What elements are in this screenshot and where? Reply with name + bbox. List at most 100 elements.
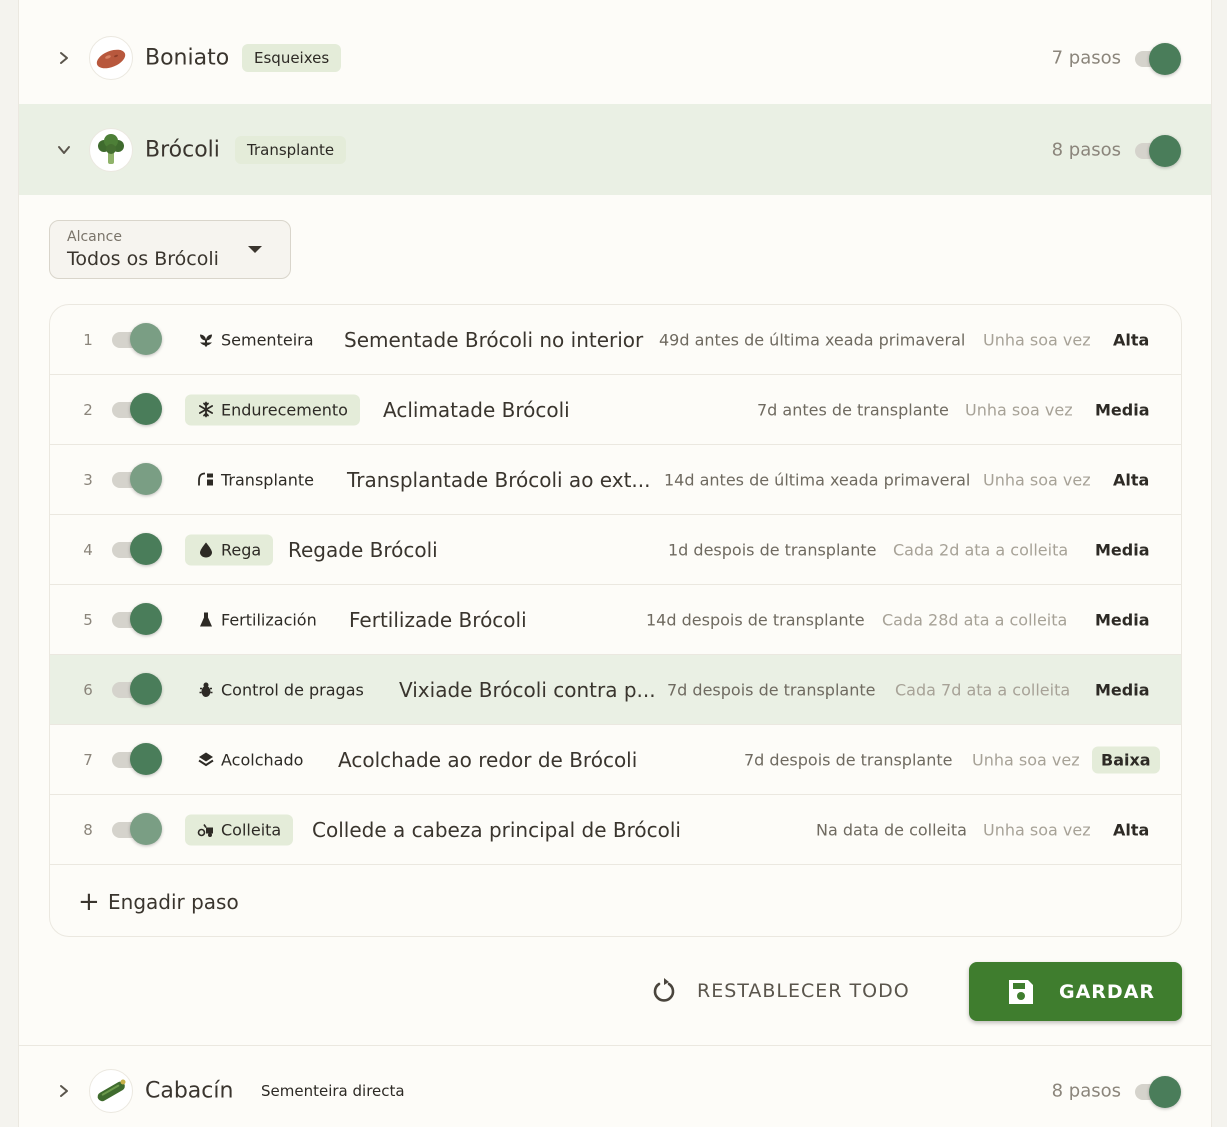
toggle-knob xyxy=(130,392,162,425)
step-priority: Media xyxy=(1095,680,1150,699)
category-label: Acolchado xyxy=(221,750,304,769)
step-category-chip: Colleita xyxy=(185,814,294,845)
reset-all-button[interactable]: RESTABLECER TODO xyxy=(649,962,910,1020)
crop-name: Boniato xyxy=(145,45,230,70)
toggle-knob xyxy=(130,672,162,705)
toggle-knob xyxy=(1149,1076,1181,1108)
crop-row-cabacin[interactable]: Cabacín Sementeira directa 8 pasos xyxy=(19,1045,1211,1127)
step-category-chip: Sementeira xyxy=(185,324,326,355)
step-title: Regade Brócoli xyxy=(288,537,438,562)
reset-icon xyxy=(653,978,675,1002)
step-frequency: Unha soa vez xyxy=(965,400,1073,419)
step-category-chip: Acolchado xyxy=(185,744,315,775)
category-label: Colleita xyxy=(221,820,282,839)
broccoli-icon xyxy=(89,127,133,172)
save-label: GARDAR xyxy=(1059,980,1156,1003)
category-label: Transplante xyxy=(221,470,314,489)
crop-row-boniato[interactable]: Boniato Esqueixes 7 pasos xyxy=(19,12,1211,103)
step-title: Sementade Brócoli no interior xyxy=(344,327,644,352)
flask-icon xyxy=(200,612,212,627)
step-timing: 14d antes de última xeada primaveral xyxy=(664,470,971,489)
chevron-right-icon[interactable] xyxy=(53,47,75,69)
step-title: Collede a cabeza principal de Brócoli xyxy=(312,817,681,842)
step-row[interactable]: 6 Control de pragas Vixiade Brócoli cont… xyxy=(50,655,1181,725)
step-title: Transplantade Brócoli ao ext... xyxy=(347,467,651,492)
crop-row-brocoli[interactable]: Brócoli Transplante 8 pasos xyxy=(19,104,1211,195)
crop-method-badge: Esqueixes xyxy=(242,43,342,72)
step-category-chip: Transplante xyxy=(185,464,326,495)
category-label: Control de pragas xyxy=(221,680,364,699)
step-category-chip: Fertilización xyxy=(185,604,329,635)
toggle-knob xyxy=(130,532,162,565)
step-enabled-toggle[interactable] xyxy=(112,602,162,637)
crop-step-count: 8 pasos xyxy=(1051,139,1121,160)
scope-select[interactable]: Alcance Todos os Brócoli xyxy=(49,220,291,279)
toggle-knob xyxy=(130,812,162,845)
step-priority: Media xyxy=(1095,610,1150,629)
crop-enabled-toggle[interactable] xyxy=(1133,133,1181,167)
crop-step-count: 7 pasos xyxy=(1051,47,1121,68)
step-title: Fertilizade Brócoli xyxy=(349,607,527,632)
caret-down-icon xyxy=(248,246,262,253)
reset-label: RESTABLECER TODO xyxy=(697,980,910,1002)
step-timing: 7d despois de transplante xyxy=(744,750,953,769)
step-number: 3 xyxy=(83,470,93,489)
step-enabled-toggle[interactable] xyxy=(112,812,162,847)
seedling-icon xyxy=(200,334,212,347)
step-priority: Alta xyxy=(1113,330,1150,349)
crop-step-count: 8 pasos xyxy=(1051,1080,1121,1102)
step-row[interactable]: 3 Transplante Transplantade Brócoli ao e… xyxy=(50,445,1181,515)
harvest-icon xyxy=(197,824,213,837)
snowflake-icon xyxy=(199,401,213,418)
step-enabled-toggle[interactable] xyxy=(112,742,162,777)
step-number: 8 xyxy=(83,820,93,839)
water-drop-icon xyxy=(200,542,212,558)
step-number: 1 xyxy=(83,330,93,349)
crop-list-panel: Boniato Esqueixes 7 pasos Brócoli Transp… xyxy=(18,0,1212,1127)
scope-label: Alcance xyxy=(67,229,122,245)
step-row[interactable]: 5 Fertilización Fertilizade Brócoli 14d … xyxy=(50,585,1181,655)
step-timing: 49d antes de última xeada primaveral xyxy=(659,330,966,349)
step-row[interactable]: 1 Sementeira Sementade Brócoli no interi… xyxy=(50,305,1181,375)
plus-icon: + xyxy=(78,887,100,917)
step-timing: 7d antes de transplante xyxy=(757,400,949,419)
category-label: Fertilización xyxy=(221,610,317,629)
crop-enabled-toggle[interactable] xyxy=(1133,1074,1181,1108)
step-title: Vixiade Brócoli contra p... xyxy=(399,677,656,702)
category-label: Rega xyxy=(221,540,262,559)
step-timing: 1d despois de transplante xyxy=(668,540,877,559)
step-number: 5 xyxy=(83,610,93,629)
step-priority: Media xyxy=(1095,400,1150,419)
step-number: 2 xyxy=(83,400,93,419)
steps-card: 1 Sementeira Sementade Brócoli no interi… xyxy=(49,304,1182,937)
bug-icon xyxy=(199,682,213,697)
step-enabled-toggle[interactable] xyxy=(112,392,162,427)
chevron-right-icon[interactable] xyxy=(53,1080,75,1102)
step-number: 6 xyxy=(83,680,93,699)
crop-enabled-toggle[interactable] xyxy=(1133,41,1181,75)
step-enabled-toggle[interactable] xyxy=(112,532,162,567)
crop-name: Brócoli xyxy=(145,137,220,162)
step-priority: Baixa xyxy=(1092,746,1160,773)
step-priority: Alta xyxy=(1113,820,1150,839)
chevron-down-icon[interactable] xyxy=(53,139,75,161)
step-enabled-toggle[interactable] xyxy=(112,322,162,357)
step-row[interactable]: 8 Colleita Collede a cabeza principal de… xyxy=(50,795,1181,865)
toggle-knob xyxy=(130,602,162,635)
step-enabled-toggle[interactable] xyxy=(112,462,162,497)
save-button[interactable]: GARDAR xyxy=(969,962,1182,1021)
step-enabled-toggle[interactable] xyxy=(112,672,162,707)
step-category-chip: Rega xyxy=(185,534,274,565)
category-label: Sementeira xyxy=(221,330,314,349)
step-row[interactable]: 4 Rega Regade Brócoli 1d despois de tran… xyxy=(50,515,1181,585)
add-step-button[interactable]: + Engadir paso xyxy=(50,867,1181,936)
step-frequency: Unha soa vez xyxy=(983,820,1091,839)
add-step-label: Engadir paso xyxy=(108,890,239,914)
step-row[interactable]: 2 Endurecemento Aclimatade Brócoli 7d an… xyxy=(50,375,1181,445)
toggle-knob xyxy=(130,322,162,355)
step-row[interactable]: 7 Acolchado Acolchade ao redor de Brócol… xyxy=(50,725,1181,795)
crop-name: Cabacín xyxy=(145,1078,234,1104)
step-frequency: Unha soa vez xyxy=(983,470,1091,489)
scope-value: Todos os Brócoli xyxy=(67,248,219,270)
sweet-potato-icon xyxy=(89,35,133,80)
